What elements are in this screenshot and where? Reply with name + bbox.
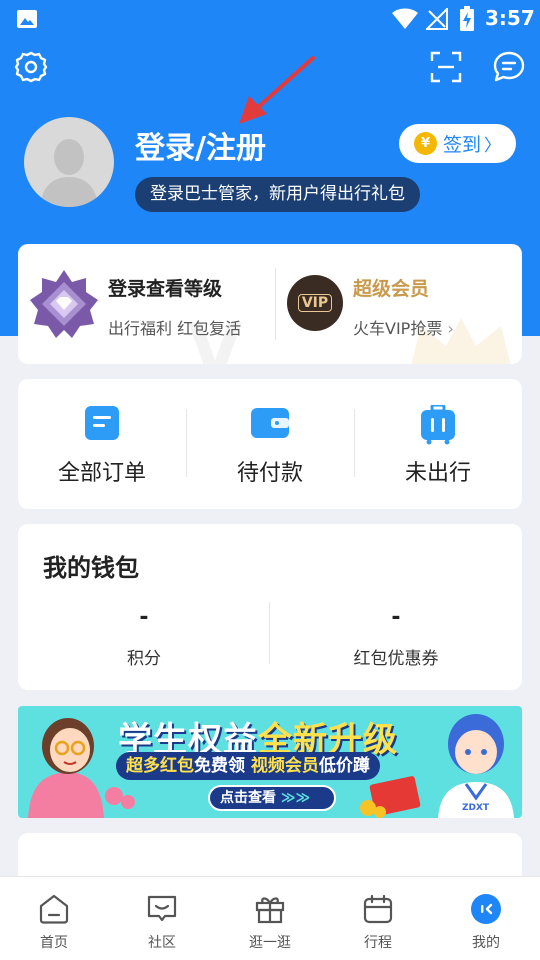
banner-sub-part4: 低价蹲 [318,756,370,776]
nav-home[interactable]: 首页 [0,877,108,960]
luggage-icon [421,405,455,445]
divider [275,268,276,340]
banner-view-button[interactable]: 点击查看 ≫≫ [208,785,336,811]
points-item[interactable]: - 积分 [18,604,270,674]
sign-in-label: 签到 [443,134,482,156]
level-gem-icon [30,270,98,338]
community-icon [147,895,177,922]
nav-explore-label: 逛一逛 [249,935,291,951]
wallet-icon [251,408,289,438]
home-icon [39,894,69,924]
banner-sub-part2: 免费领 [194,756,245,776]
chevron-right-icon: › [447,319,454,338]
bottom-nav: 首页 社区 逛一逛 行程 我的 [0,876,540,960]
battery-charging-icon [460,6,474,31]
sign-in-button[interactable]: ¥ 签到 〉 [399,124,516,163]
order-all-button[interactable]: 全部订单 [18,379,186,509]
coin-icon: ¥ [414,132,437,155]
no-signal-icon [426,8,448,30]
nav-profile[interactable]: 我的 [432,877,540,960]
order-upcoming-label: 未出行 [404,461,471,486]
coupons-item[interactable]: - 红包优惠券 [270,604,522,674]
message-button[interactable] [489,47,529,87]
vip-badge-text: VIP [297,294,333,312]
wifi-icon [392,8,418,29]
level-card: V 登录查看等级 出行福利 红包复活 VIP 超级会员 火车VIP抢票 › [18,244,522,364]
boy-illustration-icon: ZDXT [438,714,514,818]
student-benefits-banner[interactable]: 学生权益全新升级 超多红包免费领 视频会员低价蹲 点击查看 ≫≫ ZDXT [18,706,522,818]
status-bar: 3:57 [0,0,540,38]
vip-subtitle-text: 火车VIP抢票 [353,319,443,338]
nav-home-label: 首页 [40,935,68,951]
nav-community-label: 社区 [148,935,176,951]
avatar[interactable] [24,117,114,207]
profile-icon [471,894,501,924]
shirt-text: ZDXT [462,803,490,813]
message-icon [493,51,525,82]
level-subtitle: 出行福利 红包复活 [108,319,242,338]
gift-icon [255,897,285,924]
scan-icon [430,51,462,83]
order-unpaid-button[interactable]: 待付款 [186,379,354,509]
points-label: 积分 [127,649,161,669]
nav-profile-label: 我的 [472,935,500,951]
nav-trip[interactable]: 行程 [324,877,432,960]
banner-button-label: 点击查看 [220,790,276,806]
order-upcoming-button[interactable]: 未出行 [354,379,522,509]
vip-badge-icon: VIP [287,275,343,331]
order-list-icon [85,406,119,440]
wallet-card: 我的钱包 - 积分 - 红包优惠券 [18,524,522,690]
nav-explore[interactable]: 逛一逛 [216,877,324,960]
vip-title: 超级会员 [353,278,430,300]
coupons-label: 红包优惠券 [353,649,439,669]
red-envelope-icon [360,776,421,818]
banner-sub-part3: 视频会员 [245,756,319,776]
default-avatar-icon [40,139,98,207]
order-unpaid-label: 待付款 [236,461,303,486]
double-arrow-icon: ≫≫ [280,790,311,806]
points-value: - [139,605,149,630]
chevron-right-icon: 〉 [484,136,502,156]
login-promo-tip: 登录巴士管家，新用户得出行礼包 [135,177,420,212]
order-all-label: 全部订单 [57,461,146,486]
vip-subtitle: 火车VIP抢票 › [353,315,454,339]
banner-subtitle: 超多红包免费领 视频会员低价蹲 [116,752,380,780]
annotation-arrow-icon [239,56,315,124]
orders-card: 全部订单 待付款 未出行 [18,379,522,509]
settings-button[interactable] [11,47,51,87]
gear-icon [14,51,48,83]
trip-icon [363,894,393,924]
banner-sub-part1: 超多红包 [126,756,194,776]
nav-community[interactable]: 社区 [108,877,216,960]
nav-trip-label: 行程 [364,935,392,951]
coupons-value: - [391,605,401,630]
status-time: 3:57 [485,6,535,30]
scan-button[interactable] [426,47,466,87]
wallet-title: 我的钱包 [43,554,139,582]
image-notification-icon [17,10,37,28]
level-title: 登录查看等级 [108,278,223,300]
